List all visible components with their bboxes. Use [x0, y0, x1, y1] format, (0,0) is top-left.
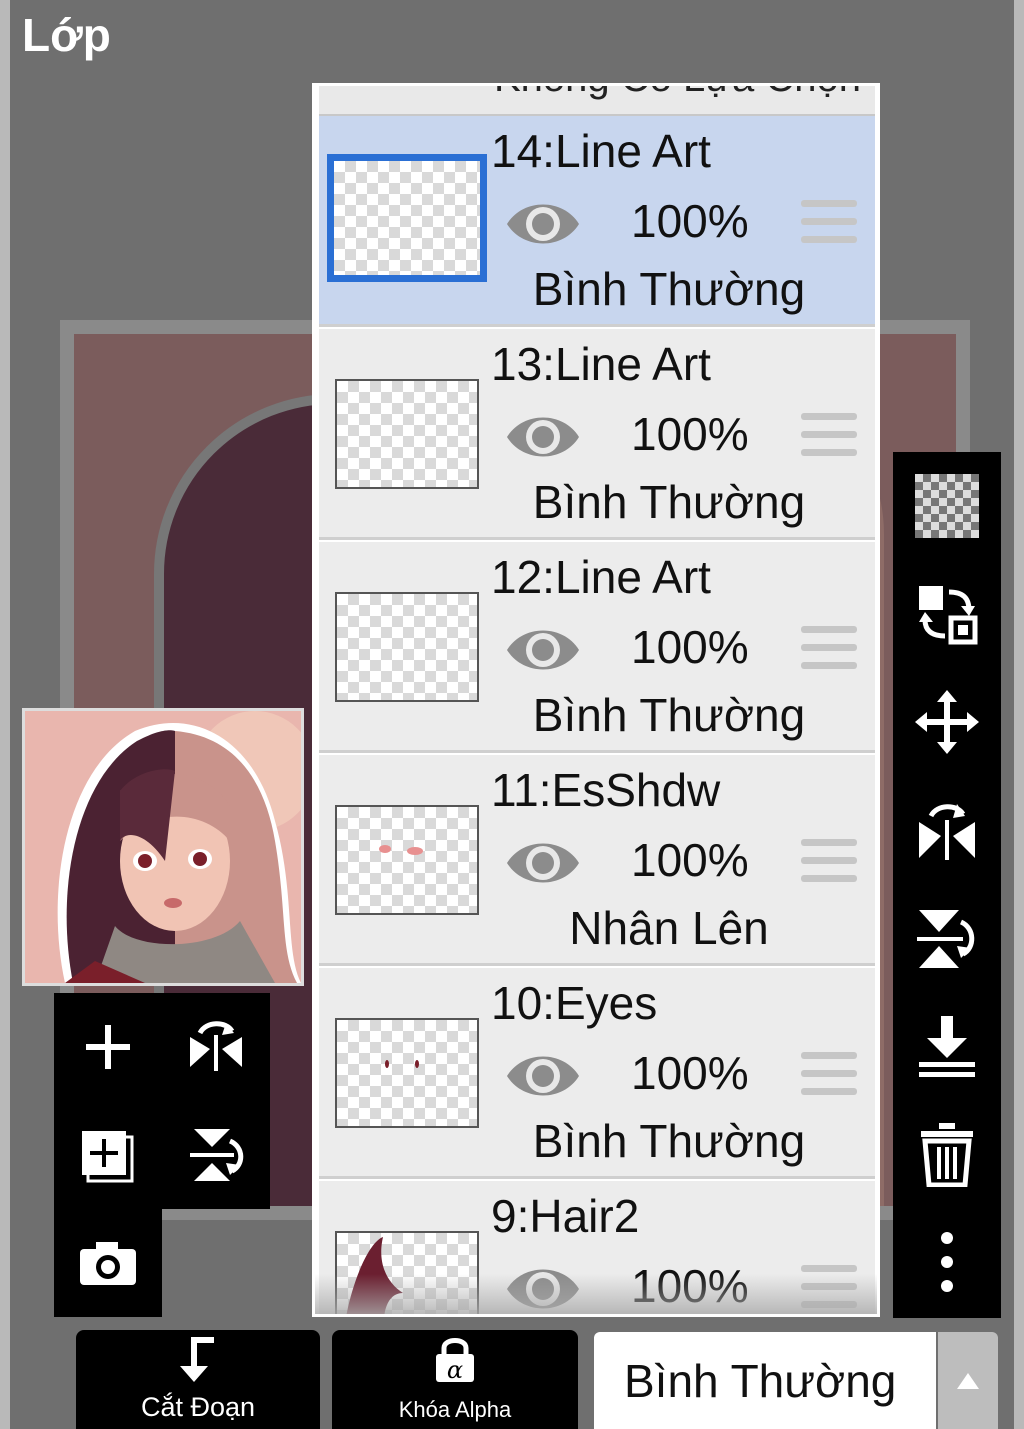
camera-icon[interactable]: [54, 1209, 162, 1317]
frame-left: [0, 0, 10, 1429]
layer-thumbnail: [335, 805, 479, 915]
layer-row[interactable]: 10:Eyes 100% Bình Thường: [319, 968, 875, 1179]
layer-name: 14:Line Art: [491, 125, 711, 177]
lock-icon: α: [436, 1338, 474, 1384]
layer-thumbnail: [335, 379, 479, 489]
layer-name: 9:Hair2: [491, 1190, 640, 1242]
layer-row[interactable]: 13:Line Art 100% Bình Thường: [319, 329, 875, 540]
layer-name: 13:Line Art: [491, 338, 711, 390]
layer-thumbnail: [335, 1018, 479, 1128]
merge-down-icon[interactable]: [893, 992, 1001, 1100]
add-layer-icon[interactable]: [54, 993, 162, 1101]
blend-mode-select[interactable]: Bình Thường: [594, 1332, 936, 1429]
clip-arrow-icon: [180, 1337, 214, 1382]
layer-name: 10:Eyes: [491, 977, 658, 1029]
trash-icon[interactable]: [893, 1100, 1001, 1208]
more-icon[interactable]: [893, 1208, 1001, 1316]
swap-icon[interactable]: [893, 560, 1001, 668]
layer-panel[interactable]: Không Có Lựa Chọn 14:Line Art 100% Bình …: [312, 83, 880, 1317]
layer-thumbnail: [327, 154, 487, 282]
layer-blend-mode: Bình Thường: [532, 263, 806, 315]
add-layer-copy-icon[interactable]: [54, 1101, 162, 1209]
right-toolbar: [893, 452, 1001, 1318]
layer-name: 11:EsShdw: [491, 764, 721, 816]
layer-blend-mode: Bình Thường: [532, 476, 806, 528]
drag-handle-icon[interactable]: [801, 626, 857, 674]
panel-top-cut: Không Có Lựa Chọn: [319, 86, 875, 116]
layer-blend-mode: Bình Thường: [532, 689, 806, 741]
layer-row[interactable]: 14:Line Art 100% Bình Thường: [319, 116, 875, 327]
left-toolbar-bottom: [54, 1209, 162, 1317]
flip-vertical-icon[interactable]: [162, 1101, 270, 1209]
alpha-lock-button[interactable]: α Khóa Alpha: [332, 1330, 578, 1429]
layer-row[interactable]: 11:EsShdw 100% Nhân Lên: [319, 755, 875, 966]
drag-handle-icon[interactable]: [801, 839, 857, 887]
drag-handle-icon[interactable]: [801, 413, 857, 461]
transparency-icon[interactable]: [893, 452, 1001, 560]
layer-name: 12:Line Art: [491, 551, 711, 603]
visibility-eye-icon[interactable]: [505, 407, 581, 467]
visibility-eye-icon[interactable]: [505, 620, 581, 680]
clip-label: Cắt Đoạn: [140, 1392, 256, 1422]
rotate-flip-h-icon[interactable]: [893, 776, 1001, 884]
layer-opacity[interactable]: 100%: [631, 194, 749, 248]
canvas-preview[interactable]: [22, 708, 304, 986]
alpha-lock-label: Khóa Alpha: [398, 1397, 512, 1422]
visibility-eye-icon[interactable]: [505, 833, 581, 893]
layer-row[interactable]: 12:Line Art 100% Bình Thường: [319, 542, 875, 753]
drag-handle-icon[interactable]: [801, 1052, 857, 1100]
triangle-up-icon: [957, 1372, 979, 1389]
layer-opacity[interactable]: 100%: [631, 407, 749, 461]
frame-right: [1014, 0, 1024, 1429]
blend-mode-dropdown-button[interactable]: [938, 1332, 998, 1429]
svg-text:α: α: [447, 1356, 463, 1384]
layer-blend-mode: Nhân Lên: [569, 902, 769, 954]
clip-button[interactable]: Cắt Đoạn: [76, 1330, 320, 1429]
blend-mode-value: Bình Thường: [624, 1355, 897, 1407]
move-icon[interactable]: [893, 668, 1001, 776]
left-toolbar: [54, 993, 270, 1209]
visibility-eye-icon[interactable]: [505, 194, 581, 254]
rotate-flip-v-icon[interactable]: [893, 884, 1001, 992]
layer-opacity[interactable]: 100%: [631, 620, 749, 674]
layer-opacity[interactable]: 100%: [631, 833, 749, 887]
flip-horizontal-icon[interactable]: [162, 993, 270, 1101]
layer-blend-mode: Bình Thường: [532, 1115, 806, 1167]
page-title: Lớp: [22, 9, 111, 61]
layer-thumbnail: [335, 592, 479, 702]
panel-scroll-fade: [315, 1274, 877, 1314]
layer-opacity[interactable]: 100%: [631, 1046, 749, 1100]
drag-handle-icon[interactable]: [801, 200, 857, 248]
visibility-eye-icon[interactable]: [505, 1046, 581, 1106]
